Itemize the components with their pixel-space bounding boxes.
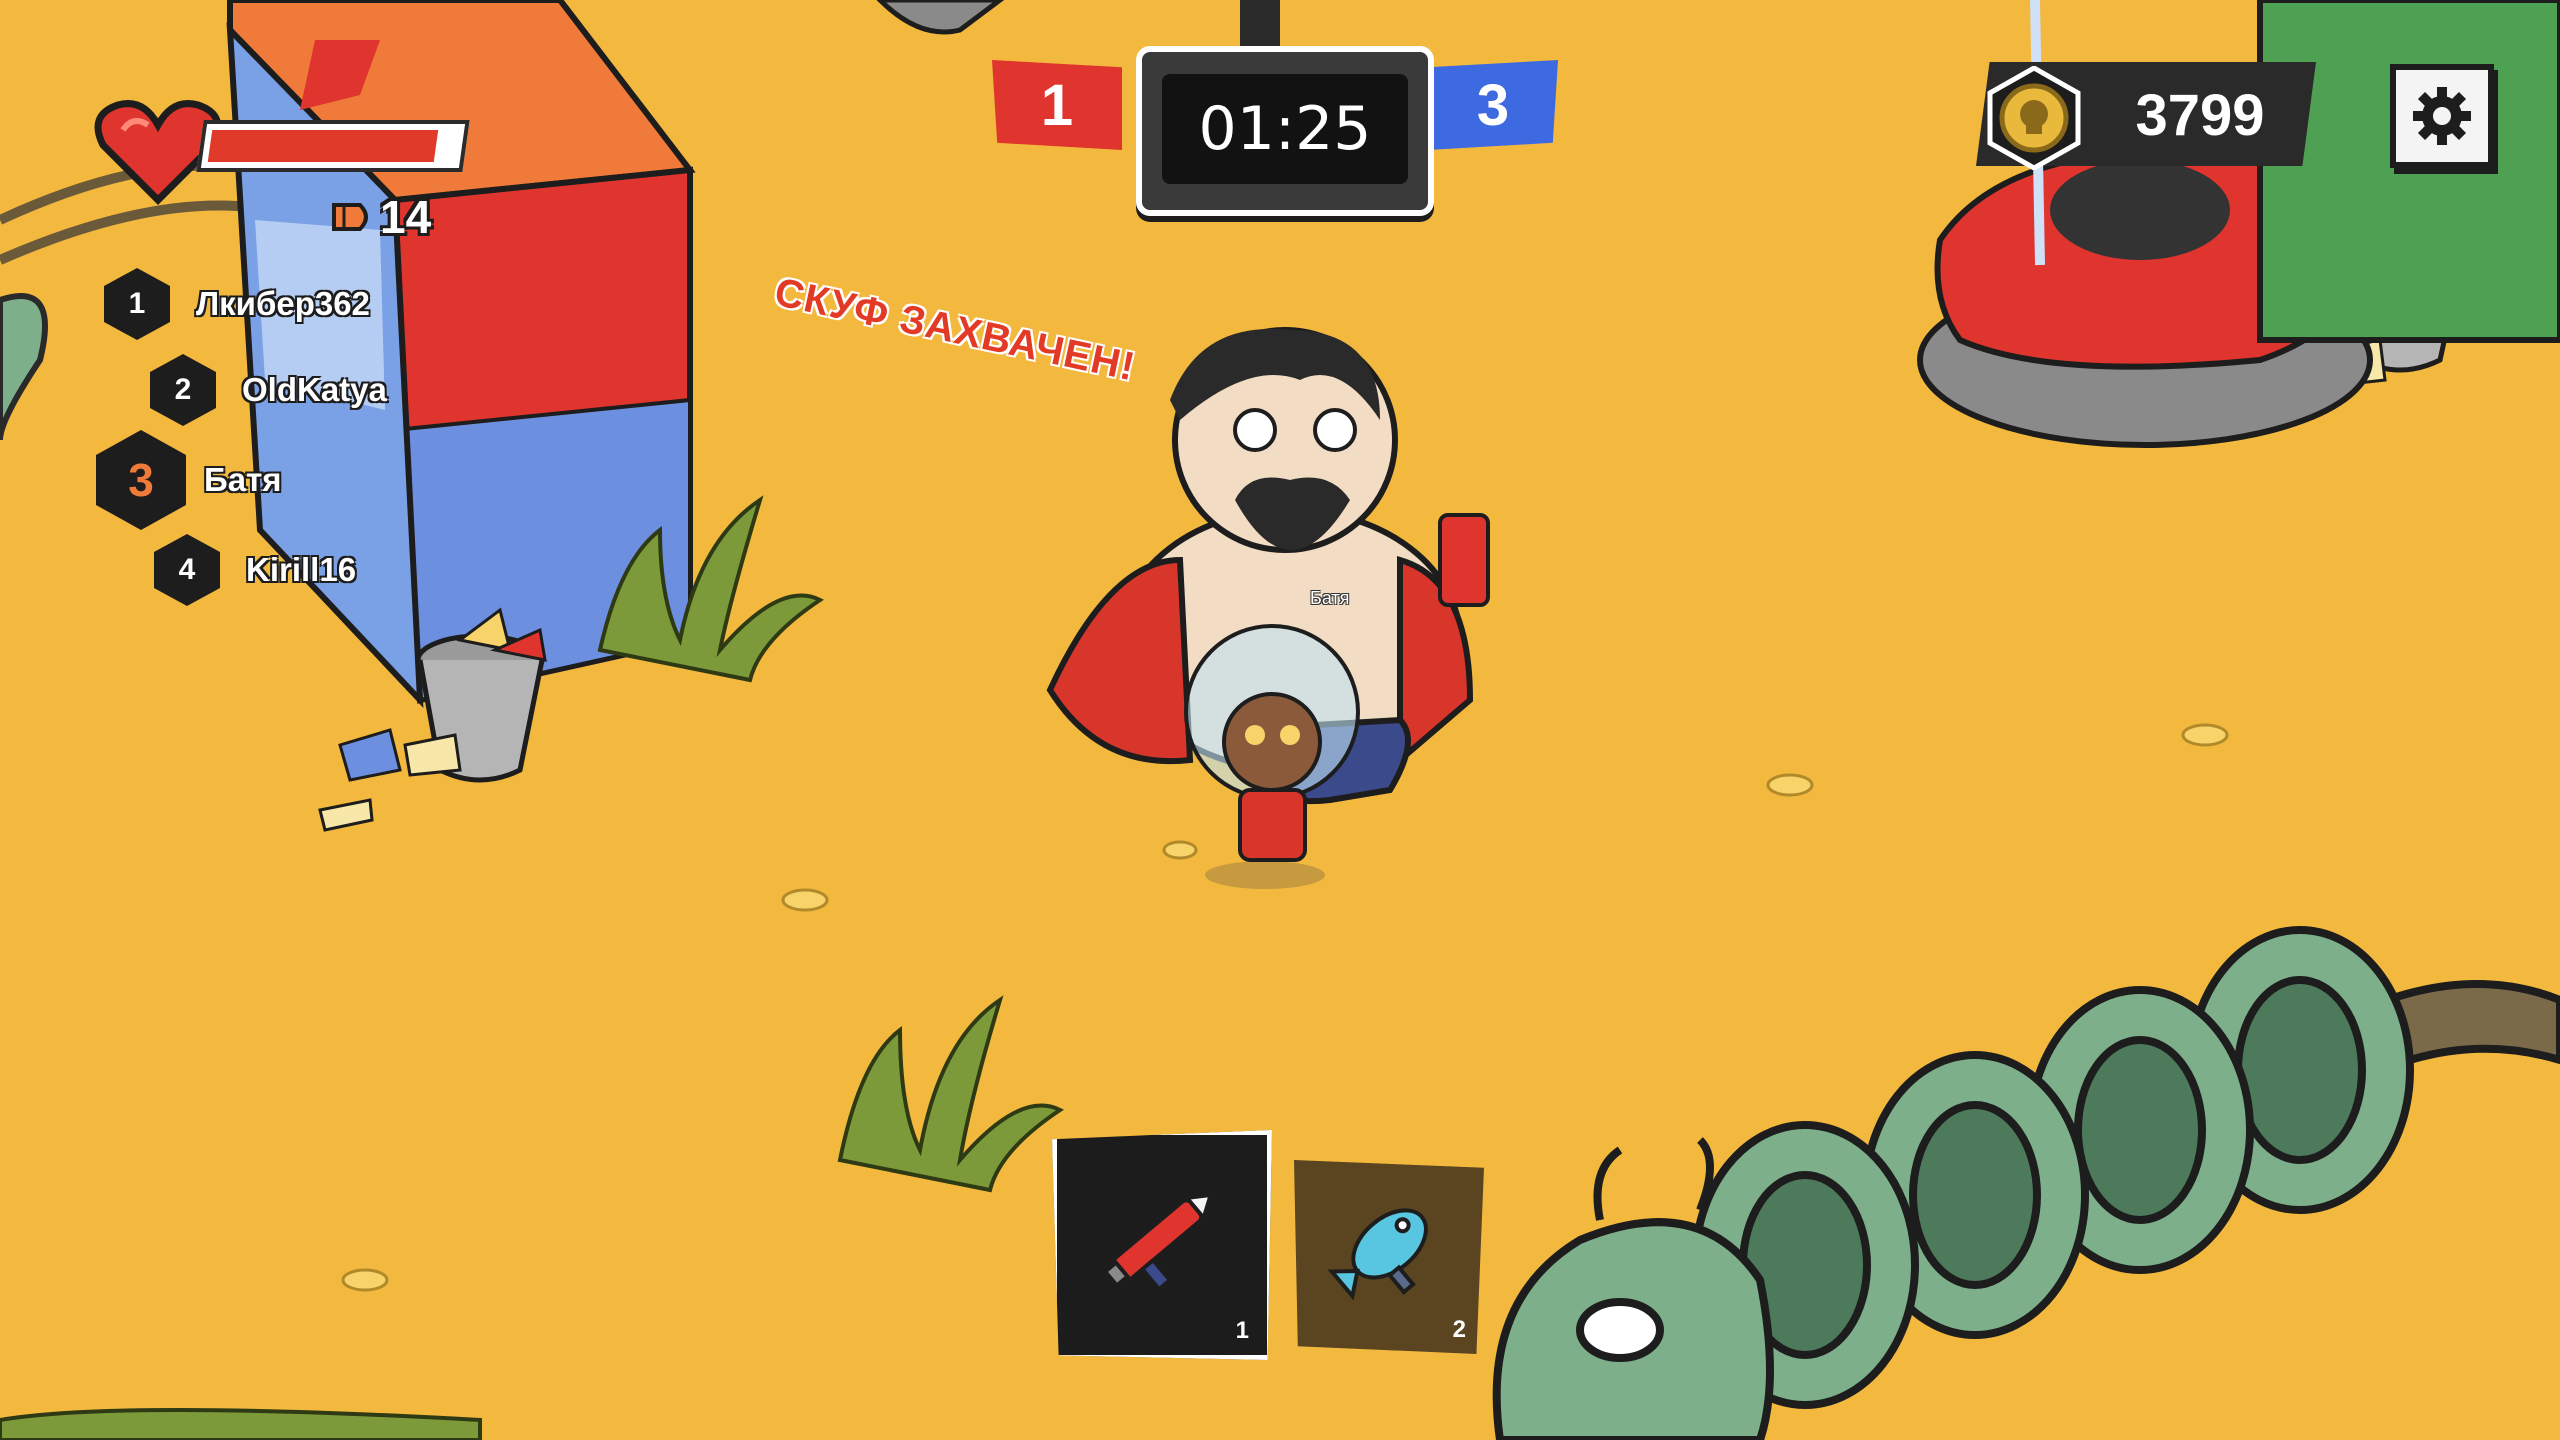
player-name: OldKatya [242, 371, 387, 408]
timer-post [1240, 0, 1280, 46]
rank-badge: 4 [154, 534, 220, 606]
leaderboard-row-current: 3 Батя [96, 430, 387, 530]
health-bar-fill [207, 130, 439, 162]
leaderboard: 1 Лкибер362 2 OldKatya 3 Батя 4 Kirill16 [96, 268, 387, 606]
match-timer: 01:25 [1136, 46, 1434, 216]
slot-number: 1 [1235, 1317, 1249, 1344]
player-name: Лкибер362 [196, 285, 370, 322]
health-bar [196, 120, 470, 172]
weapon-slot-2[interactable]: 2 [1294, 1160, 1484, 1354]
weapon-slot-1[interactable]: 1 [1052, 1130, 1272, 1360]
gear-icon [2413, 87, 2471, 145]
bullet-icon [332, 203, 368, 231]
fish-blaster-icon [1327, 1208, 1428, 1301]
ammo-count: 14 [380, 191, 432, 243]
rocket-launcher-icon [1102, 1192, 1214, 1292]
player-nametag: Батя [1310, 588, 1350, 608]
green-fence [2257, 0, 2560, 343]
coin-count: 3799 [2135, 83, 2265, 148]
settings-button[interactable] [2390, 64, 2494, 168]
rank-badge: 3 [96, 430, 186, 530]
rank-badge: 2 [150, 354, 216, 426]
skull-coin-icon [1987, 66, 2081, 170]
blue-team-score: 3 [1428, 60, 1558, 150]
leaderboard-row: 1 Лкибер362 [104, 268, 387, 340]
ammo-counter: 14 [330, 190, 431, 244]
leaderboard-row: 2 OldKatya [150, 354, 387, 426]
bush-corner [0, 1408, 482, 1440]
player-name: Батя [204, 461, 282, 498]
red-team-score: 1 [992, 60, 1122, 150]
slot-number: 2 [1452, 1316, 1466, 1343]
player-name: Kirill16 [246, 551, 357, 588]
rank-badge: 1 [104, 268, 170, 340]
leaderboard-row: 4 Kirill16 [154, 534, 387, 606]
timer-value: 01:25 [1162, 74, 1408, 184]
